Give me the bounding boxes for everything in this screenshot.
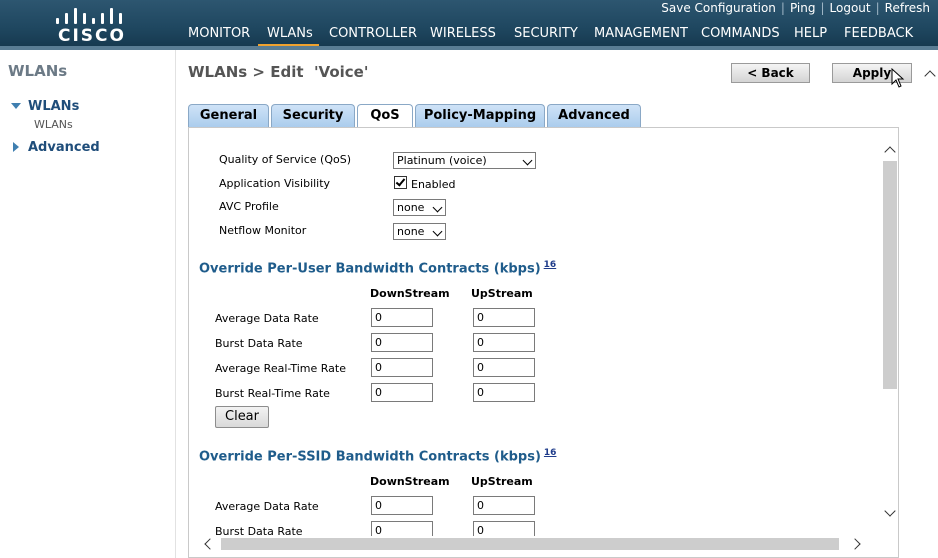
per-ssid-section-title: Override Per-SSID Bandwidth Contracts (k…	[199, 448, 556, 464]
nav-wireless[interactable]: WIRELESS	[430, 26, 496, 41]
save-configuration-link[interactable]: Save Configuration	[661, 1, 776, 15]
user-burst-rt-down-input[interactable]: 0	[371, 383, 433, 402]
nav-management[interactable]: MANAGEMENT	[594, 26, 688, 41]
sidebar-subitem-wlans[interactable]: WLANs	[34, 118, 73, 131]
nav-feedback[interactable]: FEEDBACK	[844, 26, 913, 41]
app-visibility-checkbox[interactable]	[394, 176, 407, 189]
logo-text: CISCO	[58, 26, 126, 46]
nav-help[interactable]: HELP	[794, 26, 827, 41]
ssid-avg-data-up-input[interactable]: 0	[473, 496, 535, 515]
expanded-triangle-icon[interactable]	[11, 103, 21, 109]
user-avg-rt-rate-label: Average Real-Time Rate	[215, 362, 346, 375]
vertical-scroll-thumb[interactable]	[883, 161, 897, 389]
top-links: Save Configuration | Ping | Logout | Refresh	[661, 1, 930, 15]
ssid-avg-data-down-input[interactable]: 0	[371, 496, 433, 515]
scroll-left-icon[interactable]	[204, 538, 216, 550]
page-vertical-scrollbar[interactable]	[922, 60, 938, 558]
sidebar-item-wlans[interactable]: WLANs	[28, 99, 79, 114]
app-visibility-label: Application Visibility	[219, 177, 331, 190]
panel-vertical-scrollbar[interactable]	[882, 141, 898, 526]
user-avg-rt-down-input[interactable]: 0	[371, 358, 433, 377]
nav-wlans[interactable]: WLANs	[267, 26, 313, 41]
user-avg-rt-up-input[interactable]: 0	[473, 358, 535, 377]
app-visibility-enabled-text: Enabled	[411, 178, 456, 191]
ping-link[interactable]: Ping	[790, 1, 816, 15]
avc-profile-value: none	[397, 201, 425, 214]
user-avg-data-up-input[interactable]: 0	[473, 308, 535, 327]
netflow-monitor-label: Netflow Monitor	[219, 224, 307, 237]
tab-qos[interactable]: QoS	[357, 104, 413, 129]
user-burst-data-up-input[interactable]: 0	[473, 333, 535, 352]
tab-general[interactable]: General	[188, 104, 269, 128]
logout-link[interactable]: Logout	[830, 1, 871, 15]
checkmark-icon	[395, 176, 406, 187]
chevron-down-icon	[522, 155, 533, 166]
per-ssid-title-text: Override Per-SSID Bandwidth Contracts (k…	[199, 449, 541, 465]
qos-select[interactable]: Platinum (voice)	[393, 152, 536, 169]
user-upstream-header: UpStream	[471, 287, 533, 300]
page-scroll-up-icon[interactable]	[924, 70, 936, 82]
mouse-cursor-icon	[891, 68, 905, 88]
sidebar-item-advanced[interactable]: Advanced	[28, 140, 100, 155]
user-burst-rt-up-input[interactable]: 0	[473, 383, 535, 402]
tab-policy-mapping[interactable]: Policy-Mapping	[415, 104, 545, 128]
qos-select-value: Platinum (voice)	[397, 154, 487, 167]
ssid-downstream-header: DownStream	[370, 475, 450, 488]
page-title: WLANs > Edit 'Voice'	[188, 63, 369, 81]
cisco-bars-icon	[56, 6, 124, 24]
sidebar-title: WLANs	[8, 62, 68, 80]
sidebar: WLANs WLANs WLANs Advanced	[0, 50, 176, 558]
user-burst-data-rate-label: Burst Data Rate	[215, 337, 303, 350]
footnote-link[interactable]: 16	[544, 448, 557, 458]
per-user-title-text: Override Per-User Bandwidth Contracts (k…	[199, 261, 541, 277]
horizontal-scroll-thumb[interactable]	[221, 538, 839, 550]
chevron-down-icon	[432, 226, 443, 237]
top-header: CISCO Save Configuration | Ping | Logout | Ref…	[0, 0, 938, 46]
user-downstream-header: DownStream	[370, 287, 450, 300]
collapsed-triangle-icon[interactable]	[13, 142, 19, 152]
ssid-burst-data-up-input[interactable]: 0	[473, 521, 535, 537]
tab-advanced[interactable]: Advanced	[547, 104, 641, 128]
ssid-upstream-header: UpStream	[471, 475, 533, 488]
back-button[interactable]: < Back	[731, 63, 810, 83]
ssid-avg-data-rate-label: Average Data Rate	[215, 500, 319, 513]
tab-security[interactable]: Security	[271, 104, 355, 128]
nav-commands[interactable]: COMMANDS	[701, 26, 780, 41]
nav-security[interactable]: SECURITY	[514, 26, 578, 41]
clear-button[interactable]: Clear	[215, 406, 269, 428]
nav-monitor[interactable]: MONITOR	[188, 26, 250, 41]
avc-profile-select[interactable]: none	[393, 199, 446, 216]
user-avg-data-rate-label: Average Data Rate	[215, 312, 319, 325]
avc-profile-label: AVC Profile	[219, 200, 279, 213]
footnote-link[interactable]: 16	[544, 260, 557, 270]
scroll-right-icon[interactable]	[849, 538, 861, 550]
cisco-logo: CISCO	[54, 4, 126, 46]
per-user-section-title: Override Per-User Bandwidth Contracts (k…	[199, 260, 556, 276]
user-burst-rt-rate-label: Burst Real-Time Rate	[215, 387, 330, 400]
nav-controller[interactable]: CONTROLLER	[329, 26, 417, 41]
refresh-link[interactable]: Refresh	[885, 1, 930, 15]
netflow-monitor-select[interactable]: none	[393, 223, 446, 240]
panel-horizontal-scrollbar[interactable]	[199, 536, 867, 552]
qos-label: Quality of Service (QoS)	[219, 153, 352, 166]
scroll-down-icon[interactable]	[884, 505, 896, 517]
user-avg-data-down-input[interactable]: 0	[371, 308, 433, 327]
scroll-up-icon[interactable]	[884, 146, 896, 158]
user-burst-data-down-input[interactable]: 0	[371, 333, 433, 352]
netflow-monitor-value: none	[397, 225, 425, 238]
ssid-burst-data-down-input[interactable]: 0	[371, 521, 433, 537]
chevron-down-icon	[432, 202, 443, 213]
